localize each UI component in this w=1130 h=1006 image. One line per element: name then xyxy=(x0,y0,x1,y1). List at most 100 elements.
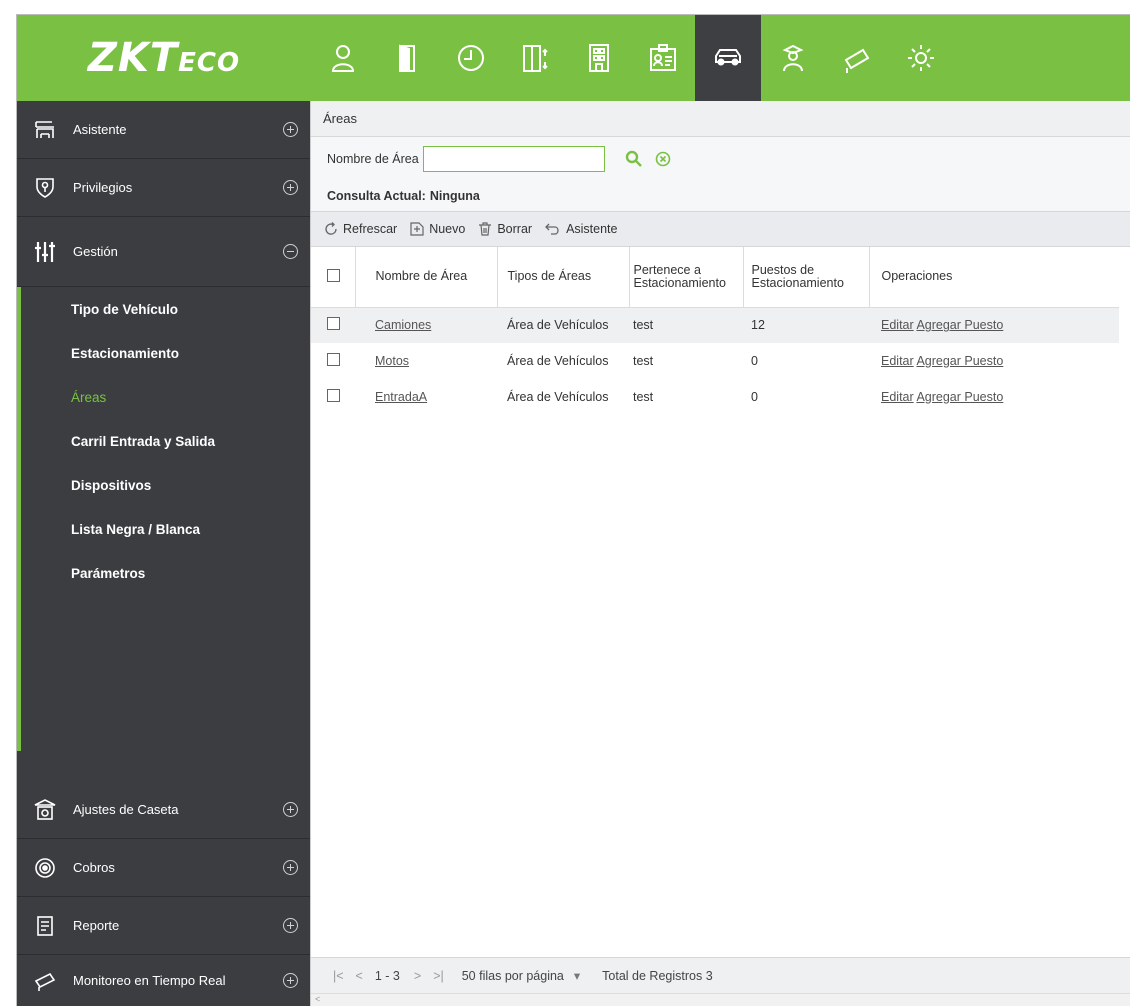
module-access[interactable] xyxy=(375,15,439,101)
main-panel: Áreas Nombre de Área Consulta Actual: Ni… xyxy=(310,101,1130,1006)
select-all-checkbox[interactable] xyxy=(327,268,340,282)
expand-icon[interactable] xyxy=(282,973,298,988)
search-button[interactable] xyxy=(625,150,643,168)
trash-icon xyxy=(479,222,492,236)
module-elevator[interactable] xyxy=(503,15,567,101)
menu-reporte[interactable]: Reporte xyxy=(17,897,310,955)
menu-asistente[interactable]: Asistente xyxy=(17,101,310,159)
sliders-icon xyxy=(35,241,55,262)
camera-icon xyxy=(844,48,870,73)
module-parking[interactable] xyxy=(695,15,761,101)
menu-label: Cobros xyxy=(73,860,115,875)
edit-link[interactable]: Editar xyxy=(881,354,914,368)
spots-cell: 0 xyxy=(751,390,758,404)
spots-cell: 0 xyxy=(751,354,758,368)
expand-icon[interactable] xyxy=(282,918,298,933)
menu-monitoreo[interactable]: Monitoreo en Tiempo Real xyxy=(17,955,310,1006)
subitem-lista[interactable]: Lista Negra / Blanca xyxy=(21,507,310,551)
delete-label: Borrar xyxy=(497,222,533,236)
monitor-icon xyxy=(34,972,56,991)
module-attendance[interactable] xyxy=(439,15,503,101)
expand-icon[interactable] xyxy=(282,180,298,195)
clear-search-button[interactable] xyxy=(655,151,671,167)
table-row[interactable]: Motos Área de Vehículos test 0 Editar Ag… xyxy=(311,343,1119,379)
menu-caseta[interactable]: Ajustes de Caseta xyxy=(17,781,310,839)
search-bar: Nombre de Área xyxy=(311,137,1130,181)
header-pertenece[interactable]: Pertenece a Estacionamiento xyxy=(629,247,744,308)
subitem-parametros[interactable]: Parámetros xyxy=(21,551,310,595)
table-header-row: Nombre de Área Tipos de Áreas Pertenece … xyxy=(311,247,1119,308)
horizontal-scrollbar[interactable]: < xyxy=(311,993,1130,1006)
elevator-icon xyxy=(523,45,548,72)
total-records: Total de Registros 3 xyxy=(602,968,713,983)
rows-per-page[interactable]: 50 filas por página xyxy=(462,969,564,983)
report-icon xyxy=(37,915,53,936)
module-building[interactable] xyxy=(567,15,631,101)
menu-gestion[interactable]: Gestión xyxy=(17,217,310,287)
booth-icon xyxy=(34,798,56,820)
table-row[interactable]: Camiones Área de Vehículos test 12 Edita… xyxy=(311,307,1119,343)
menu-label: Ajustes de Caseta xyxy=(73,802,179,817)
refresh-button[interactable]: Refrescar xyxy=(323,221,397,237)
menu-label: Monitoreo en Tiempo Real xyxy=(73,973,226,988)
rows-per-page-dropdown-icon[interactable]: ▾ xyxy=(574,968,580,983)
subitem-estacionamiento[interactable]: Estacionamiento xyxy=(21,331,310,375)
subitem-dispositivos[interactable]: Dispositivos xyxy=(21,463,310,507)
module-patrol[interactable] xyxy=(761,15,825,101)
delete-button[interactable]: Borrar xyxy=(477,221,532,237)
prev-page-button[interactable]: < xyxy=(356,969,363,983)
brand-logo[interactable]: ZKTECO xyxy=(17,15,311,101)
expand-icon[interactable] xyxy=(282,860,298,875)
first-page-button[interactable]: |< xyxy=(333,969,344,983)
module-nav xyxy=(311,15,953,101)
module-video[interactable] xyxy=(825,15,889,101)
header-operaciones: Operaciones xyxy=(869,247,1119,308)
module-system[interactable] xyxy=(889,15,953,101)
area-type-cell: Área de Vehículos xyxy=(507,390,609,404)
expand-icon[interactable] xyxy=(282,122,298,137)
refresh-label: Refrescar xyxy=(343,222,398,236)
last-page-button[interactable]: >| xyxy=(433,969,444,983)
next-page-button[interactable]: > xyxy=(414,969,421,983)
wizard-label: Asistente xyxy=(566,222,618,236)
signpost-icon xyxy=(35,120,54,138)
table-row[interactable]: EntradaA Área de Vehículos test 0 Editar… xyxy=(311,379,1119,415)
undo-arrow-icon xyxy=(545,223,559,235)
edit-link[interactable]: Editar xyxy=(881,390,914,404)
subitem-tipo-vehiculo[interactable]: Tipo de Vehículo xyxy=(21,287,310,331)
header-tipos[interactable]: Tipos de Áreas xyxy=(497,247,630,308)
guard-icon xyxy=(782,44,804,72)
row-checkbox[interactable] xyxy=(327,353,340,366)
edit-link[interactable]: Editar xyxy=(881,318,914,332)
add-spot-link[interactable]: Agregar Puesto xyxy=(916,354,1003,368)
new-document-icon xyxy=(410,222,424,236)
area-name-link[interactable]: EntradaA xyxy=(375,390,427,404)
area-name-link[interactable]: Camiones xyxy=(375,318,431,332)
menu-privilegios[interactable]: Privilegios xyxy=(17,159,310,217)
row-checkbox[interactable] xyxy=(327,317,340,331)
wizard-button[interactable]: Asistente xyxy=(544,221,617,237)
header-nombre[interactable]: Nombre de Área xyxy=(355,247,498,308)
collapse-icon[interactable] xyxy=(282,244,298,259)
menu-cobros[interactable]: Cobros xyxy=(17,839,310,897)
menu-label: Gestión xyxy=(73,244,118,259)
search-icon xyxy=(625,150,642,167)
search-label: Nombre de Área xyxy=(327,152,419,166)
row-checkbox[interactable] xyxy=(327,389,340,402)
header-puestos[interactable]: Puestos de Estacionamiento xyxy=(743,247,870,308)
page-range: 1 - 3 xyxy=(374,968,400,983)
expand-icon[interactable] xyxy=(282,802,298,817)
settings-icon xyxy=(908,45,934,71)
screenshot-frame: ZKTECO Asistente Privilegios Gestión Tip… xyxy=(0,0,1130,1006)
subitem-areas[interactable]: Áreas xyxy=(21,375,310,419)
area-name-link[interactable]: Motos xyxy=(375,354,409,368)
module-personnel[interactable] xyxy=(311,15,375,101)
module-visitor[interactable] xyxy=(631,15,695,101)
add-spot-link[interactable]: Agregar Puesto xyxy=(916,390,1003,404)
area-name-input[interactable] xyxy=(422,146,605,172)
coin-icon xyxy=(35,857,55,878)
scroll-left-arrow[interactable]: < xyxy=(315,994,320,1004)
subitem-carril[interactable]: Carril Entrada y Salida xyxy=(21,419,310,463)
add-spot-link[interactable]: Agregar Puesto xyxy=(916,318,1003,332)
new-button[interactable]: Nuevo xyxy=(409,221,465,237)
